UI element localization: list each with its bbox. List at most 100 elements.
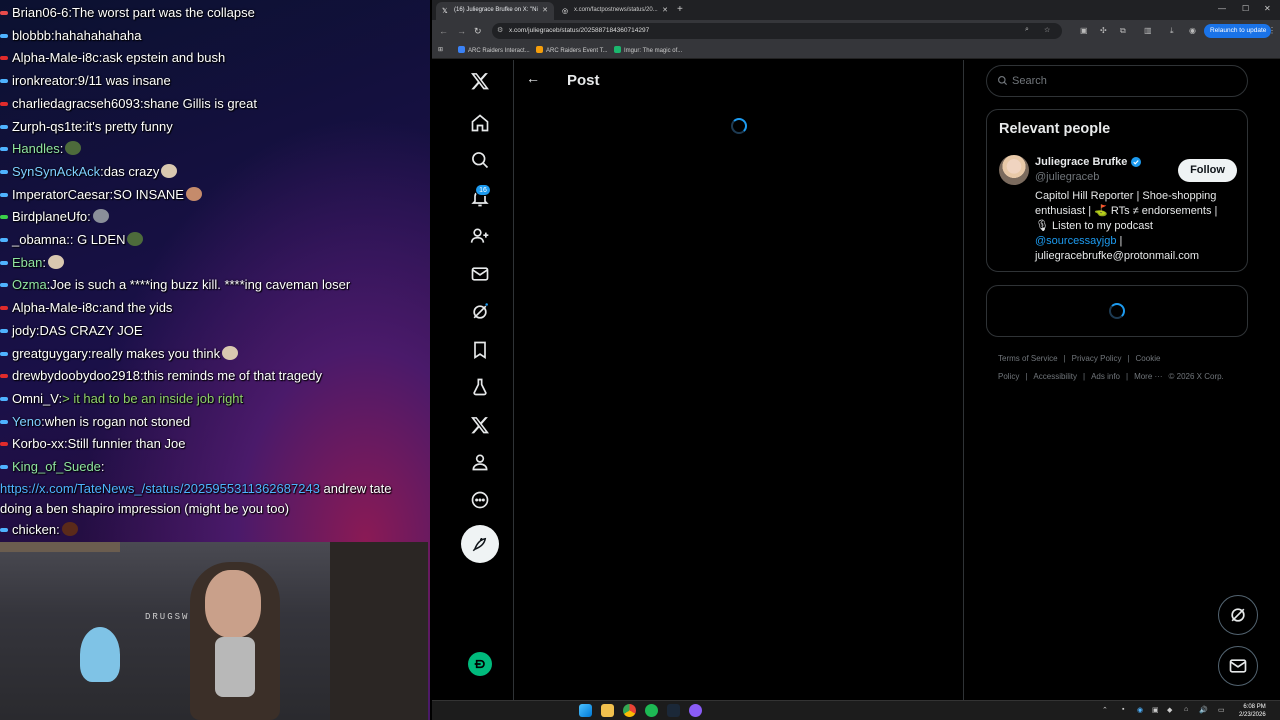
- back-arrow-icon[interactable]: ←: [526, 70, 540, 86]
- obs-icon[interactable]: [689, 704, 702, 717]
- chat-message: Omni_V:> it had to be an inside job righ…: [0, 388, 430, 411]
- profile-icon[interactable]: ◉: [1189, 26, 1196, 35]
- windows-start-icon[interactable]: [579, 704, 592, 717]
- tab-x-post[interactable]: 𝕏 (16) Juliegrace Brufke on X: "Ni ✕: [436, 2, 554, 20]
- grok-launcher-icon[interactable]: [468, 652, 492, 676]
- chat-username[interactable]: chicken: [12, 522, 56, 537]
- chat-username[interactable]: SynSynAckAck: [12, 164, 100, 179]
- chat-username[interactable]: blobbb: [12, 28, 51, 43]
- tray-app-icon[interactable]: ◆: [1167, 706, 1172, 714]
- explore-search-icon[interactable]: [460, 142, 500, 178]
- extension-icon[interactable]: ✣: [1100, 26, 1107, 35]
- person-name[interactable]: Juliegrace Brufke: [1035, 156, 1127, 168]
- chat-username[interactable]: Alpha-Male-i8c: [12, 50, 99, 65]
- chat-username[interactable]: jody: [12, 323, 36, 338]
- reload-icon[interactable]: ↻: [474, 26, 482, 37]
- forward-icon[interactable]: →: [457, 26, 466, 36]
- battery-icon[interactable]: ▭: [1218, 706, 1225, 714]
- volume-icon[interactable]: 🔊: [1199, 706, 1208, 714]
- labs-flask-icon[interactable]: [460, 369, 500, 405]
- tray-app-icon[interactable]: ▣: [1152, 706, 1159, 714]
- premium-x-icon[interactable]: [460, 407, 500, 443]
- platform-badge-icon: [0, 101, 8, 106]
- back-icon[interactable]: ←: [439, 26, 448, 36]
- chat-username[interactable]: Korbo-xx: [12, 436, 64, 451]
- footer-link[interactable]: Ads info: [1091, 372, 1120, 381]
- sidepanel-icon[interactable]: ▥: [1144, 26, 1152, 35]
- minimize-icon[interactable]: —: [1218, 4, 1226, 13]
- chat-username[interactable]: charliedagracseh6093: [12, 96, 140, 111]
- person-bio: Capitol Hill Reporter | Shoe-shopping en…: [1035, 190, 1218, 262]
- extension-icon[interactable]: ▣: [1080, 26, 1088, 35]
- chat-username[interactable]: Ozma: [12, 277, 47, 292]
- chat-text: really makes you think: [91, 345, 221, 361]
- maximize-icon[interactable]: ☐: [1242, 4, 1249, 13]
- compose-post-button[interactable]: [461, 525, 499, 563]
- chat-username[interactable]: Brian06-6: [12, 5, 68, 20]
- more-options-icon[interactable]: [460, 482, 500, 518]
- tray-chevron-icon[interactable]: ⌃: [1102, 706, 1108, 714]
- download-icon[interactable]: ⤓: [1170, 26, 1174, 36]
- grok-float-button[interactable]: [1218, 595, 1258, 635]
- steam-icon[interactable]: [667, 704, 680, 717]
- star-icon[interactable]: ☆: [1044, 26, 1050, 34]
- chat-username[interactable]: _obamna: [12, 232, 66, 247]
- file-explorer-icon[interactable]: [601, 704, 614, 717]
- network-icon[interactable]: ⌂: [1184, 706, 1188, 713]
- chat-username[interactable]: BirdplaneUfo: [12, 209, 87, 224]
- chat-username[interactable]: ironkreator: [12, 73, 74, 88]
- chrome-icon[interactable]: [623, 704, 636, 717]
- footer-link[interactable]: Accessibility: [1033, 372, 1077, 381]
- avatar[interactable]: [999, 155, 1029, 185]
- platform-badge-icon: [0, 527, 8, 532]
- grok-icon[interactable]: [460, 294, 500, 330]
- address-bar[interactable]: ⚙ x.com/juliegraceb/status/2025887184360…: [492, 23, 1062, 39]
- footer-link[interactable]: Privacy Policy: [1072, 354, 1122, 363]
- spotify-icon[interactable]: [645, 704, 658, 717]
- tray-app-icon[interactable]: ◉: [1137, 706, 1143, 714]
- close-window-icon[interactable]: ✕: [1264, 4, 1271, 13]
- bookmark-item[interactable]: ARC Raiders Event T...: [536, 46, 608, 54]
- home-icon[interactable]: [460, 105, 500, 141]
- chat-message: Alpha-Male-i8c:ask epstein and bush: [0, 47, 430, 70]
- footer-link[interactable]: © 2026 X Corp.: [1169, 372, 1224, 381]
- profile-icon[interactable]: [460, 444, 500, 480]
- chat-username[interactable]: Alpha-Male-i8c: [12, 300, 99, 315]
- bookmark-item[interactable]: ARC Raiders Interact...: [458, 46, 530, 54]
- bookmarks-icon[interactable]: [460, 332, 500, 368]
- follow-people-icon[interactable]: [460, 218, 500, 254]
- x-logo-icon[interactable]: [460, 63, 500, 99]
- bio-mention-link[interactable]: @sourcessayjgb: [1035, 235, 1116, 247]
- footer-link[interactable]: Terms of Service: [998, 354, 1058, 363]
- close-icon[interactable]: ✕: [542, 6, 548, 14]
- chat-link[interactable]: https://x.com/TateNews_/status/202595531…: [0, 481, 320, 496]
- bookmark-item[interactable]: Imgur: The magic of...: [614, 46, 682, 54]
- close-icon[interactable]: ✕: [662, 6, 668, 14]
- messages-float-button[interactable]: [1218, 646, 1258, 686]
- chat-username[interactable]: Zurph-qs1te: [12, 119, 82, 134]
- chat-username[interactable]: drewbydoobydoo2918: [12, 368, 140, 383]
- follow-button[interactable]: Follow: [1178, 159, 1237, 182]
- search-input[interactable]: Search: [986, 65, 1248, 97]
- chat-username[interactable]: Omni_V: [12, 391, 58, 406]
- relaunch-button[interactable]: Relaunch to update: [1204, 24, 1272, 38]
- person-handle[interactable]: @juliegraceb: [1035, 171, 1099, 183]
- puzzle-icon[interactable]: ⧉: [1120, 26, 1126, 36]
- tray-app-icon[interactable]: ▪: [1122, 706, 1124, 713]
- chat-username[interactable]: ImperatorCaesar: [12, 187, 110, 202]
- taskbar-clock[interactable]: 6:08 PM 2/23/2026: [1239, 703, 1266, 719]
- chat-username[interactable]: greatguygary: [12, 346, 88, 361]
- chat-username[interactable]: Handles: [12, 141, 60, 156]
- footer-link[interactable]: More ···: [1134, 372, 1162, 381]
- new-tab-icon[interactable]: +: [677, 4, 683, 15]
- menu-icon[interactable]: ⋮: [1268, 26, 1276, 35]
- site-info-icon[interactable]: ⚙: [497, 26, 503, 34]
- tab-factpost[interactable]: ◎ x.com/factpostnews/status/20... ✕: [556, 2, 674, 20]
- zoom-icon[interactable]: ⌕: [1025, 26, 1029, 34]
- messages-envelope-icon[interactable]: [460, 256, 500, 292]
- platform-badge-icon: [0, 11, 8, 15]
- chat-username[interactable]: King_of_Suede: [12, 459, 101, 474]
- chat-username[interactable]: Yeno: [12, 414, 41, 429]
- chat-username[interactable]: Eban: [12, 255, 42, 270]
- apps-icon[interactable]: ⊞: [438, 46, 443, 53]
